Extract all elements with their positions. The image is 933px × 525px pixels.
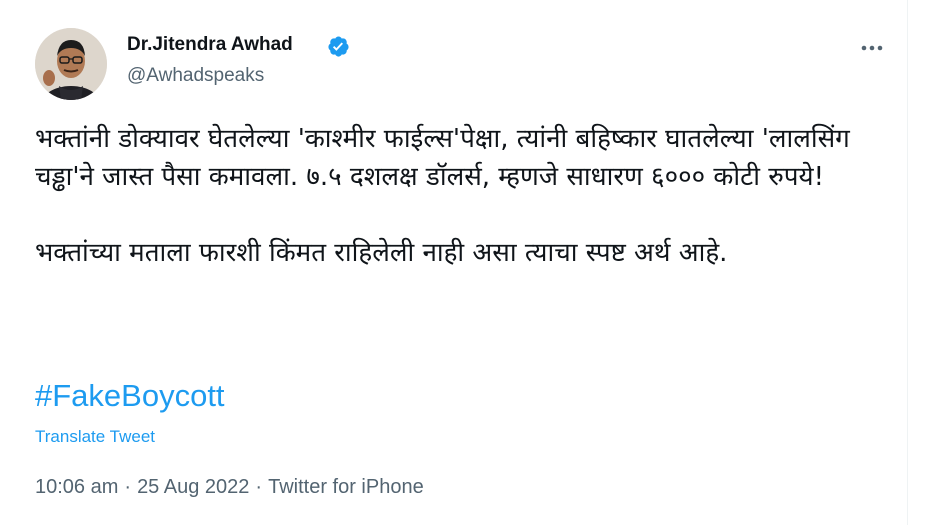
avatar[interactable]: [35, 28, 107, 100]
more-button[interactable]: [856, 36, 888, 60]
tweet-date[interactable]: 25 Aug 2022: [137, 476, 249, 499]
more-horizontal-icon: [861, 45, 883, 51]
tweet-card: Dr.Jitendra Awhad @Awhadspeaks भक्तांनी …: [0, 0, 908, 525]
tweet-time[interactable]: 10:06 am: [35, 476, 118, 499]
translate-tweet-link[interactable]: Translate Tweet: [35, 427, 155, 447]
tweet-source[interactable]: Twitter for iPhone: [268, 476, 424, 499]
verified-badge-icon: [328, 36, 349, 57]
hashtag-link[interactable]: #FakeBoycott: [35, 378, 225, 414]
meta-separator: ·: [124, 476, 132, 498]
tweet-paragraph-2: भक्तांच्या मताला फारशी किंमत राहिलेली ना…: [35, 238, 728, 268]
tweet-paragraph-1: भक्तांनी डोक्यावर घेतलेल्या 'काश्मीर फाई…: [35, 124, 850, 192]
tweet-text: भक्तांनी डोक्यावर घेतलेल्या 'काश्मीर फाई…: [35, 120, 885, 272]
tweet-metadata: 10:06 am · 25 Aug 2022 · Twitter for iPhone: [35, 476, 424, 499]
user-handle[interactable]: @Awhadspeaks: [127, 65, 264, 87]
display-name[interactable]: Dr.Jitendra Awhad: [127, 34, 293, 56]
profile-photo-icon: [35, 28, 107, 100]
meta-separator: ·: [255, 476, 263, 498]
